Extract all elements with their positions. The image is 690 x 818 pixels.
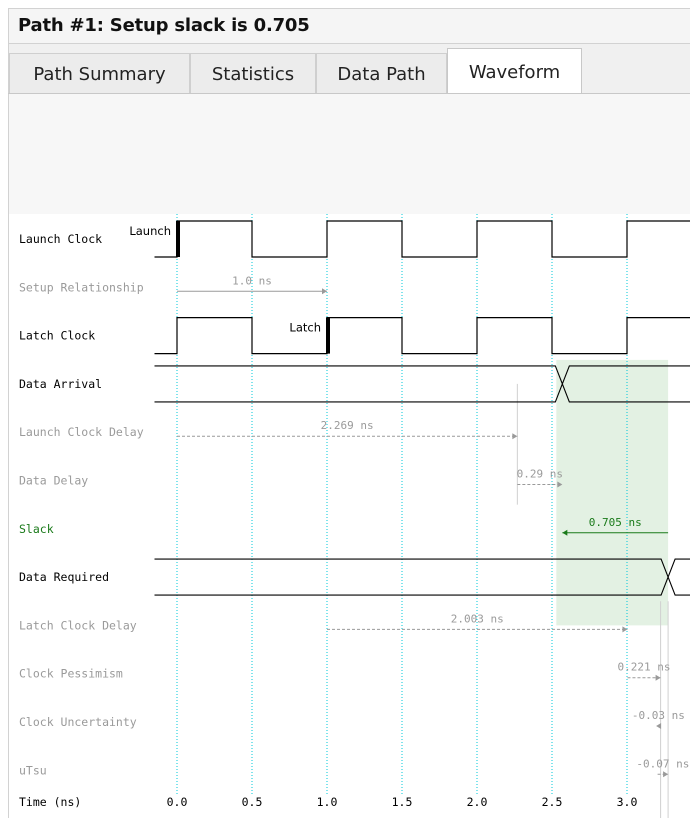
clock-edge-marker [176, 221, 180, 257]
delay-arrowhead [512, 433, 518, 440]
delay-label: 2.269 ns [321, 419, 374, 432]
tab-waveform[interactable]: Waveform [447, 48, 582, 95]
row-label: Latch Clock [19, 329, 95, 343]
delay-label: 0.29 ns [517, 468, 563, 481]
x-tick-label: 1.5 [392, 795, 413, 809]
delay-arrowhead [655, 674, 661, 681]
delay-label: 0.705 ns [589, 516, 642, 529]
x-tick-label: 2.0 [467, 795, 488, 809]
row-label: Data Delay [19, 474, 88, 488]
x-axis-title: Time (ns) [19, 795, 81, 809]
row-label: Data Arrival [19, 377, 102, 391]
clock-edge-marker [326, 317, 330, 354]
x-tick-label: 2.5 [542, 795, 563, 809]
clock-waveform [154, 220, 690, 258]
row-label: Launch Clock [19, 232, 102, 246]
row-label: Slack [19, 522, 54, 536]
delay-label: 0.221 ns [618, 661, 671, 674]
clock-edge-label: Launch [129, 224, 171, 238]
row-label: Clock Uncertainty [19, 715, 137, 729]
delay-arrowhead [663, 771, 669, 778]
path-title: Path #1: Setup slack is 0.705 [18, 15, 310, 36]
timing-waveform-chart: Launch Clock Setup Relationship Latch Cloc… [9, 214, 690, 818]
slack-highlight-region [556, 359, 669, 626]
x-tick-label: 0.5 [242, 795, 263, 809]
x-tick-label: 1.0 [317, 795, 338, 809]
delay-label: 1.0 ns [232, 274, 272, 287]
delay-label: -0.07 ns [636, 757, 689, 770]
delay-arrowhead [322, 288, 327, 295]
clock-waveform [154, 317, 690, 355]
row-label: Setup Relationship [19, 280, 144, 294]
tab-statistics[interactable]: Statistics [190, 53, 316, 94]
tab-data-path[interactable]: Data Path [316, 53, 447, 94]
delay-label: 2.003 ns [451, 612, 504, 625]
row-label: Launch Clock Delay [19, 425, 144, 439]
row-label: uTsu [19, 763, 47, 777]
path-title-bar: Path #1: Setup slack is 0.705 [8, 8, 690, 44]
delay-label: -0.03 ns [632, 709, 685, 722]
row-label: Clock Pessimism [19, 667, 123, 681]
waveform-svg: Launch Clock Setup Relationship Latch Cloc… [19, 214, 690, 818]
tab-path-summary[interactable]: Path Summary [9, 53, 190, 94]
tab-bar: Path Summary Statistics Data Path Wavefo… [8, 44, 690, 95]
row-label: Data Required [19, 570, 109, 584]
clock-edge-label: Latch [289, 321, 321, 335]
delay-arrowhead [656, 723, 662, 729]
x-tick-label: 0.0 [167, 795, 188, 809]
x-tick-label: 3.0 [617, 795, 638, 809]
row-label: Latch Clock Delay [19, 618, 137, 632]
